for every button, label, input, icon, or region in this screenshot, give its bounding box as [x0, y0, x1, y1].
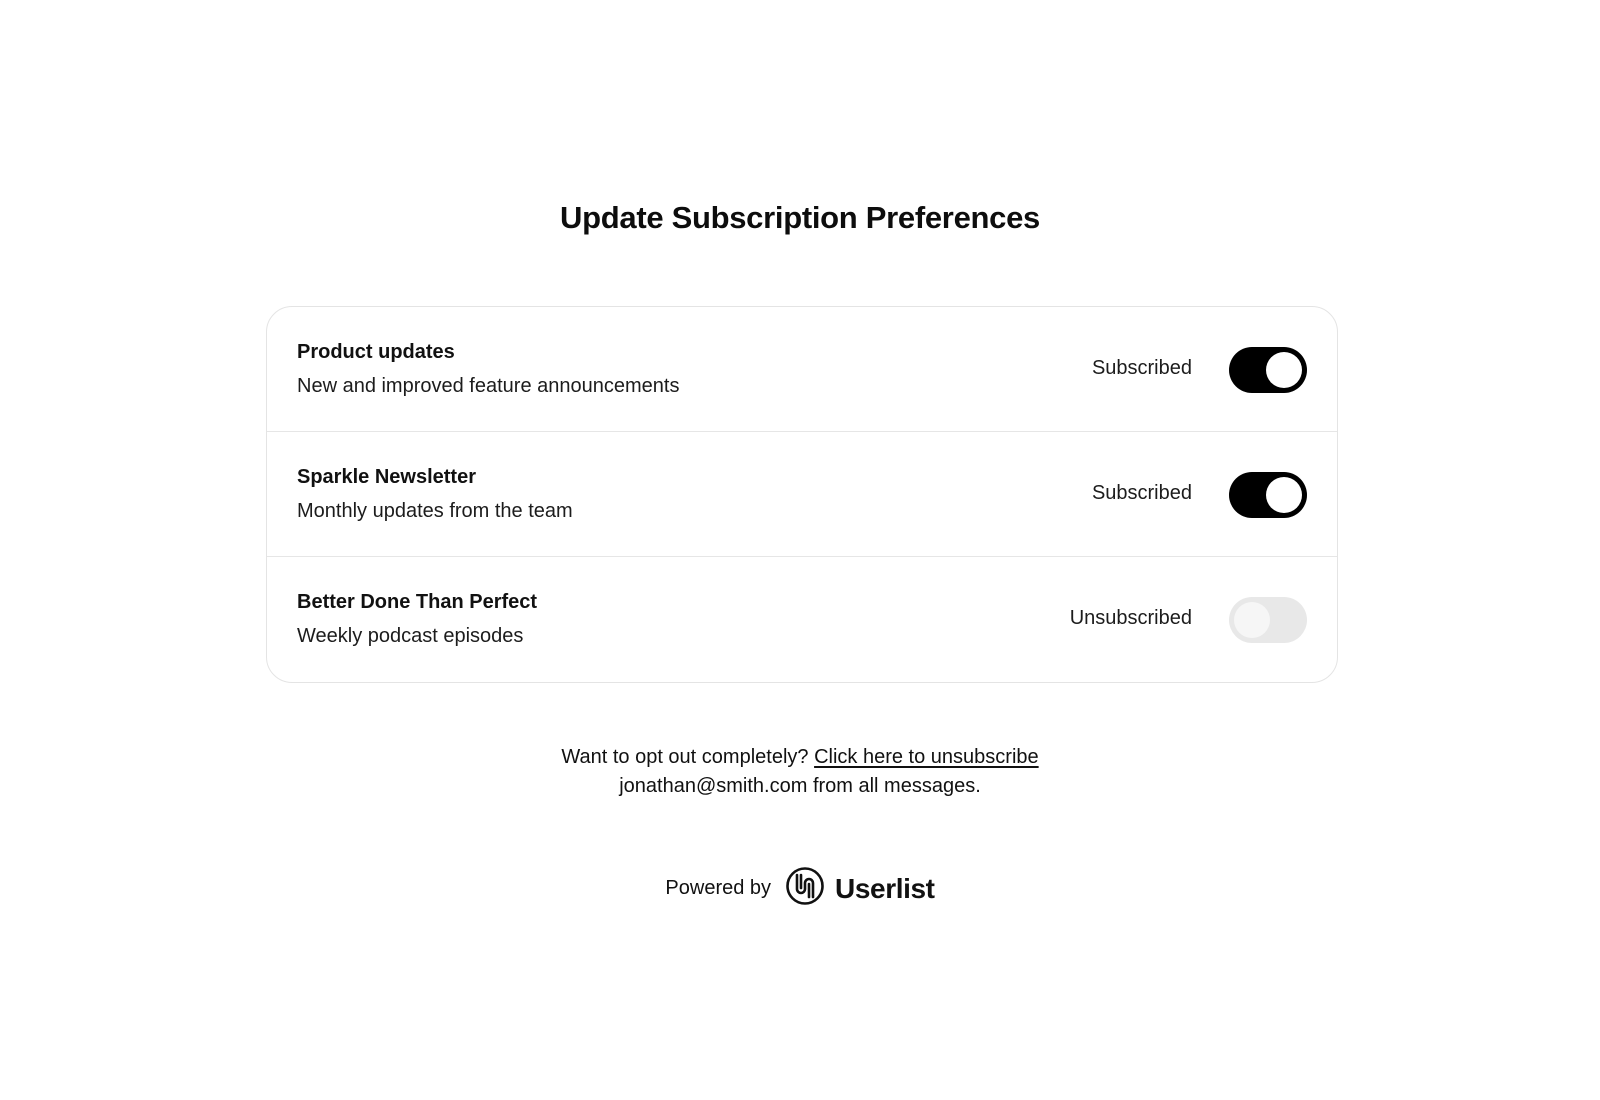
toggle-knob	[1234, 602, 1270, 638]
subscription-status: Unsubscribed	[1069, 607, 1192, 629]
better-done-than-perfect-toggle[interactable]	[1229, 597, 1307, 643]
subscription-description: Weekly podcast episodes	[297, 625, 524, 647]
optout-prefix: Want to opt out completely?	[561, 746, 809, 768]
subscription-text: Better Done Than Perfect Weekly podcast …	[297, 589, 537, 649]
subscription-description: Monthly updates from the team	[297, 500, 573, 522]
brand-name: Userlist	[835, 872, 935, 904]
subscription-row-sparkle-newsletter: Sparkle Newsletter Monthly updates from …	[267, 432, 1337, 557]
toggle-knob	[1266, 352, 1302, 388]
unsubscribe-all-link[interactable]: Click here to unsubscribe	[814, 746, 1039, 768]
optout-suffix: from all messages.	[812, 775, 981, 797]
subscription-description: New and improved feature announcements	[297, 375, 680, 397]
subscription-row-product-updates: Product updates New and improved feature…	[267, 307, 1337, 432]
subscription-status: Subscribed	[1091, 357, 1192, 379]
userlist-logo-icon	[785, 866, 825, 911]
optout-email: jonathan@smith.com	[619, 775, 808, 797]
powered-by-footer: Powered by Userlist	[0, 866, 1600, 911]
powered-by-label: Powered by	[665, 877, 772, 899]
subscription-status: Subscribed	[1091, 482, 1192, 504]
subscription-text: Sparkle Newsletter Monthly updates from …	[297, 464, 573, 524]
product-updates-toggle[interactable]	[1229, 347, 1307, 393]
subscription-title: Better Done Than Perfect	[297, 591, 538, 613]
subscription-title: Sparkle Newsletter	[297, 466, 476, 488]
subscription-row-better-done-than-perfect: Better Done Than Perfect Weekly podcast …	[267, 557, 1337, 682]
toggle-knob	[1266, 477, 1302, 513]
subscription-text: Product updates New and improved feature…	[297, 339, 679, 399]
subscription-title: Product updates	[297, 341, 455, 363]
userlist-brand-link[interactable]: Userlist	[785, 866, 935, 911]
page-title: Update Subscription Preferences	[560, 200, 1040, 235]
optout-message: Want to opt out completely? Click here t…	[0, 743, 1600, 801]
subscription-list: Product updates New and improved feature…	[266, 306, 1338, 683]
sparkle-newsletter-toggle[interactable]	[1229, 472, 1307, 518]
